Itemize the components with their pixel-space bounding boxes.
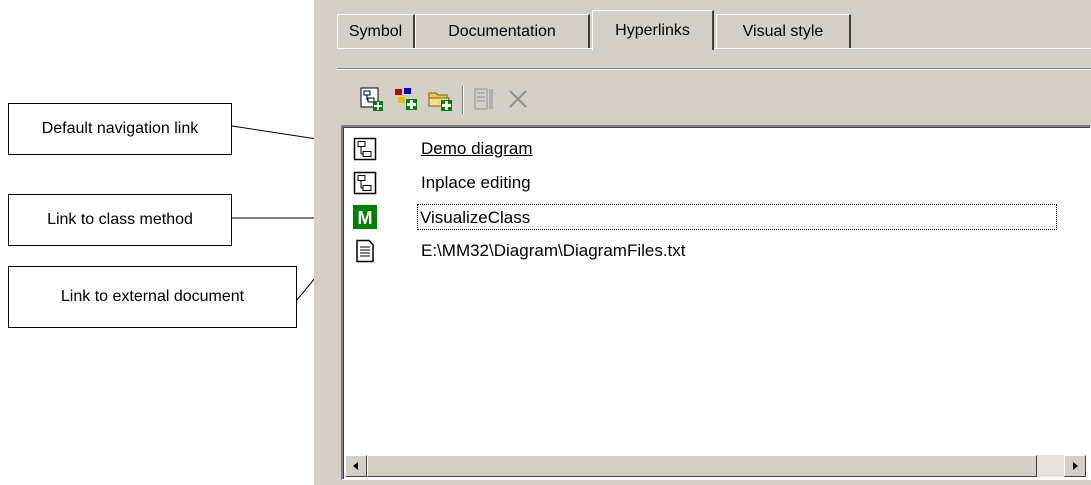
- delete-link-button[interactable]: [504, 84, 532, 114]
- list-item[interactable]: Inplace editing: [351, 169, 1081, 197]
- tab-visual-style[interactable]: Visual style: [716, 14, 851, 48]
- callout-class-method-link: Link to class method: [8, 194, 232, 246]
- tab-hyperlinks[interactable]: Hyperlinks: [592, 10, 714, 50]
- set-default-link-button[interactable]: [470, 84, 498, 114]
- add-model-element-link-button[interactable]: [392, 84, 420, 114]
- scroll-right-button[interactable]: [1064, 455, 1086, 477]
- callout-label: Link to class method: [47, 211, 193, 228]
- callout-label: Link to external document: [60, 288, 245, 305]
- tab-label: Hyperlinks: [615, 21, 690, 39]
- set-default-link-icon: [474, 88, 493, 110]
- add-model-element-link-icon: [395, 88, 417, 110]
- diagram-icon: [353, 171, 377, 195]
- delete-link-icon: [509, 90, 527, 108]
- add-file-link-icon: [428, 92, 452, 111]
- callout-label: Default navigation link: [41, 120, 199, 137]
- list-item[interactable]: M VisualizeClass: [351, 203, 1081, 231]
- hyperlinks-list[interactable]: Demo diagram Inplace editing M Visualize…: [341, 125, 1091, 480]
- link-label: Demo diagram: [421, 139, 533, 158]
- tab-label: Visual style: [742, 22, 824, 40]
- add-diagram-link-button[interactable]: [358, 84, 386, 114]
- scrollbar-thumb[interactable]: [367, 455, 1037, 477]
- add-diagram-link-icon: [360, 87, 383, 111]
- svg-text:M: M: [358, 208, 373, 228]
- toolbar-separator: [462, 86, 464, 114]
- toolbar-divider: [337, 68, 1091, 70]
- callout-default-navigation-link: Default navigation link: [8, 103, 232, 155]
- tab-strip-border: [337, 48, 1091, 49]
- callout-external-document-link: Link to external document: [8, 266, 297, 328]
- arrow-right-icon: [1073, 462, 1078, 470]
- document-icon: [356, 239, 374, 263]
- link-label: VisualizeClass: [417, 204, 1057, 230]
- tab-label: Documentation: [448, 22, 556, 40]
- tab-label: Symbol: [348, 22, 403, 40]
- scroll-left-button[interactable]: [345, 455, 367, 477]
- hyperlinks-property-panel: Symbol Documentation Hyperlinks Visual s…: [314, 0, 1091, 485]
- link-label: Inplace editing: [421, 173, 531, 192]
- tab-symbol[interactable]: Symbol: [337, 14, 415, 48]
- horizontal-scrollbar[interactable]: [345, 455, 1086, 477]
- method-icon: M: [353, 205, 377, 229]
- list-item[interactable]: E:\MM32\Diagram\DiagramFiles.txt: [351, 237, 1081, 265]
- add-file-link-button[interactable]: [426, 84, 454, 114]
- tab-documentation[interactable]: Documentation: [415, 14, 590, 48]
- arrow-left-icon: [353, 462, 358, 470]
- link-label: E:\MM32\Diagram\DiagramFiles.txt: [421, 241, 686, 260]
- diagram-icon: [353, 137, 377, 161]
- list-item[interactable]: Demo diagram: [351, 135, 1081, 163]
